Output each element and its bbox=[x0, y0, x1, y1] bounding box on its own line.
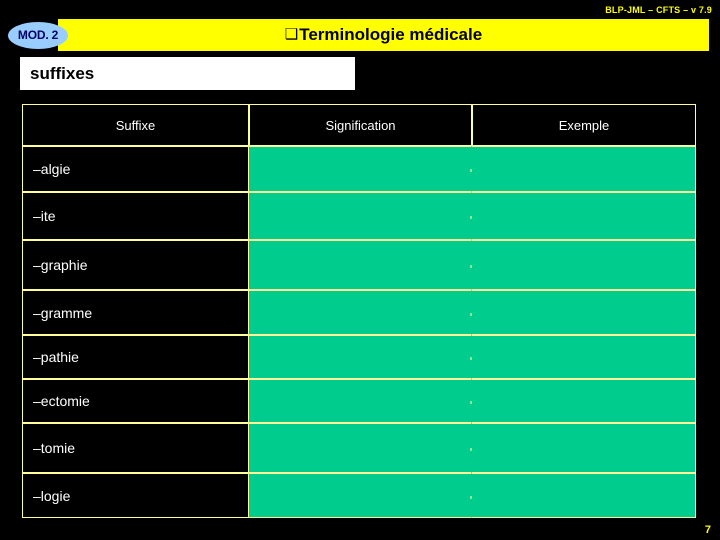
exemple-answer-cell[interactable] bbox=[472, 192, 696, 240]
checkbox-bullet-icon: ❑ bbox=[284, 26, 299, 43]
divider-tick-mark bbox=[470, 169, 472, 172]
signification-answer-cell[interactable] bbox=[249, 423, 472, 473]
signification-answer-cell[interactable] bbox=[249, 473, 472, 518]
suffix-cell: –tomie bbox=[22, 423, 249, 473]
signification-answer-cell[interactable] bbox=[249, 290, 472, 335]
column-divider-tick bbox=[249, 336, 472, 378]
signification-answer-cell[interactable] bbox=[249, 240, 472, 290]
title-bar: ❑Terminologie médicale bbox=[58, 19, 709, 51]
table-row: –pathie bbox=[22, 335, 696, 379]
column-header-exemple: Exemple bbox=[472, 104, 696, 146]
divider-tick-mark bbox=[470, 448, 472, 451]
suffix-table-body: Suffixe Signification Exemple –algie –ite –gr… bbox=[22, 104, 696, 518]
suffix-cell: –pathie bbox=[22, 335, 249, 379]
column-divider-tick bbox=[249, 147, 472, 191]
table-row: –tomie bbox=[22, 423, 696, 473]
column-divider-tick bbox=[249, 241, 472, 289]
column-divider-tick bbox=[249, 291, 472, 334]
exemple-answer-cell[interactable] bbox=[472, 473, 696, 518]
table-row: –ectomie bbox=[22, 379, 696, 423]
table-row: –ite bbox=[22, 192, 696, 240]
suffix-cell: –ectomie bbox=[22, 379, 249, 423]
column-divider-tick bbox=[249, 424, 472, 472]
table-row: –algie bbox=[22, 146, 696, 192]
exemple-answer-cell[interactable] bbox=[472, 240, 696, 290]
suffix-table: Suffixe Signification Exemple –algie –ite –gr… bbox=[22, 104, 696, 518]
column-divider-tick bbox=[249, 474, 472, 517]
slide-canvas: BLP-JML – CFTS – v 7.9 ❑Terminologie méd… bbox=[0, 0, 720, 540]
suffix-cell: –graphie bbox=[22, 240, 249, 290]
suffix-cell: –ite bbox=[22, 192, 249, 240]
divider-tick-mark bbox=[470, 495, 472, 499]
table-row: –graphie bbox=[22, 240, 696, 290]
divider-tick-mark bbox=[470, 216, 472, 219]
page-number: 7 bbox=[704, 524, 711, 536]
suffix-table-container: Suffixe Signification Exemple –algie –ite –gr… bbox=[22, 104, 696, 518]
column-divider-tick bbox=[249, 193, 472, 239]
column-header-signification: Signification bbox=[249, 104, 472, 146]
exemple-answer-cell[interactable] bbox=[472, 335, 696, 379]
exemple-answer-cell[interactable] bbox=[472, 290, 696, 335]
column-header-suffixe: Suffixe bbox=[22, 104, 249, 146]
suffix-cell: –gramme bbox=[22, 290, 249, 335]
suffix-cell: –algie bbox=[22, 146, 249, 192]
signification-answer-cell[interactable] bbox=[249, 146, 472, 192]
table-row: –logie bbox=[22, 473, 696, 518]
exemple-answer-cell[interactable] bbox=[472, 146, 696, 192]
subtitle-box: suffixes bbox=[20, 57, 355, 90]
page-title-text: Terminologie médicale bbox=[299, 25, 483, 44]
signification-answer-cell[interactable] bbox=[249, 379, 472, 423]
exemple-answer-cell[interactable] bbox=[472, 423, 696, 473]
subtitle-text: suffixes bbox=[30, 64, 95, 83]
signification-answer-cell[interactable] bbox=[249, 335, 472, 379]
version-stamp: BLP-JML – CFTS – v 7.9 bbox=[605, 5, 712, 15]
column-divider-tick bbox=[249, 380, 472, 422]
table-row: –gramme bbox=[22, 290, 696, 335]
divider-tick-mark bbox=[470, 265, 472, 268]
divider-tick-mark bbox=[470, 401, 472, 404]
signification-answer-cell[interactable] bbox=[249, 192, 472, 240]
exemple-answer-cell[interactable] bbox=[472, 379, 696, 423]
module-badge: MOD. 2 bbox=[8, 22, 68, 49]
page-title: ❑Terminologie médicale bbox=[58, 19, 709, 51]
divider-tick-mark bbox=[470, 312, 472, 316]
divider-tick-mark bbox=[470, 357, 472, 360]
suffix-cell: –logie bbox=[22, 473, 249, 518]
table-header-row: Suffixe Signification Exemple bbox=[22, 104, 696, 146]
